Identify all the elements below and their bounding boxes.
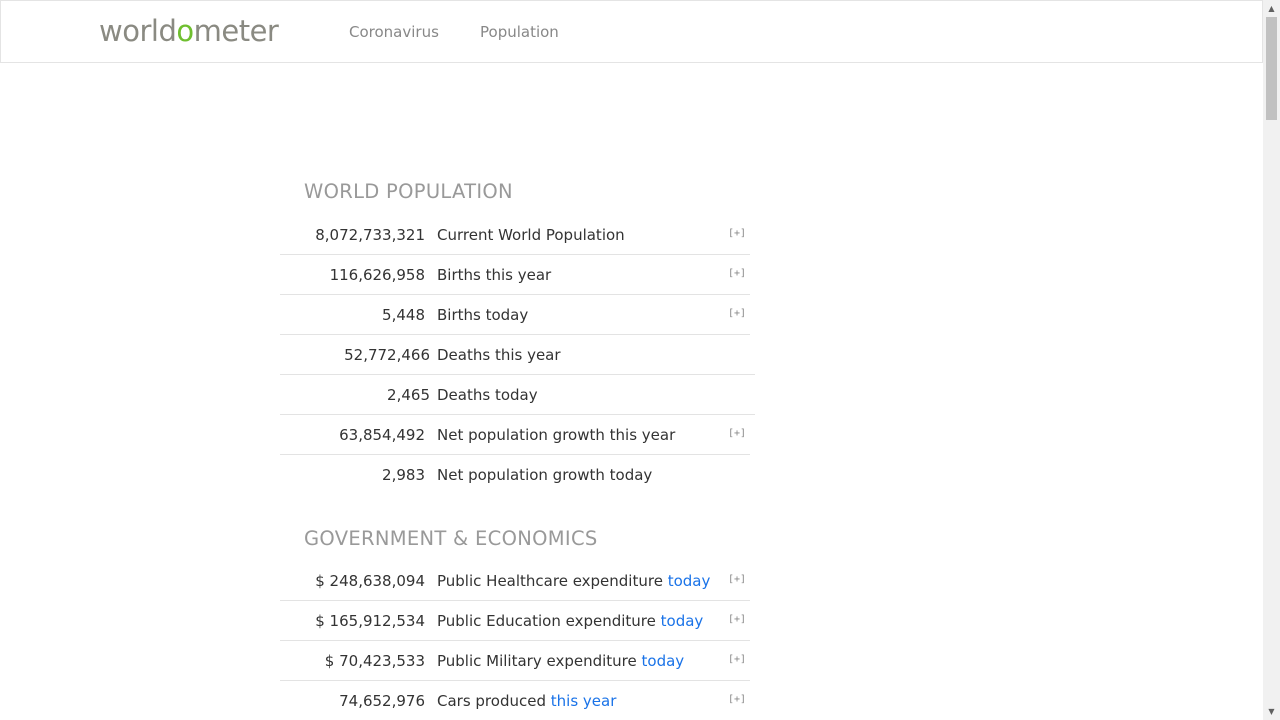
counter-label[interactable]: Public Military expenditure today: [437, 641, 684, 681]
logo-text-o: o: [176, 14, 194, 48]
counter-value: 5,448: [382, 306, 425, 324]
counter-label[interactable]: Current World Population: [437, 215, 625, 255]
section-title-government-economics: GOVERNMENT & ECONOMICS: [304, 527, 598, 550]
counter-value: 116,626,958: [329, 266, 425, 284]
expand-button[interactable]: [+]: [728, 227, 746, 241]
counter-label-text: Cars produced: [437, 692, 546, 710]
counter-label[interactable]: Public Education expenditure today: [437, 601, 703, 641]
expand-button[interactable]: [+]: [728, 573, 746, 587]
counter-value: 52,772,466: [344, 346, 430, 364]
counter-row: 52,772,466 Deaths this year: [280, 335, 755, 375]
counter-label[interactable]: Births today: [437, 295, 528, 335]
counter-value: $ 165,912,534: [315, 612, 425, 630]
counter-row: 2,983 Net population growth today: [280, 455, 750, 495]
logo-text-suffix: meter: [193, 14, 279, 48]
expand-button[interactable]: [+]: [728, 427, 746, 441]
counter-row: 116,626,958 Births this year [+]: [280, 255, 750, 295]
counter-label[interactable]: Deaths this year: [437, 335, 561, 375]
counter-value: 2,465: [387, 386, 430, 404]
expand-button[interactable]: [+]: [728, 653, 746, 667]
counter-label-text: Public Military expenditure: [437, 652, 637, 670]
expand-button[interactable]: [+]: [728, 307, 746, 321]
nav-link-coronavirus[interactable]: Coronavirus: [349, 22, 439, 42]
counter-row: $ 165,912,534 Public Education expenditu…: [280, 601, 750, 641]
nav-link-population[interactable]: Population: [480, 22, 559, 42]
counter-label[interactable]: Net population growth today: [437, 455, 652, 495]
scrollbar-thumb[interactable]: [1266, 17, 1277, 120]
scroll-down-arrow-icon[interactable]: ▼: [1263, 703, 1280, 720]
counter-value: $ 248,638,094: [315, 572, 425, 590]
expand-button[interactable]: [+]: [728, 267, 746, 281]
counter-label-highlight[interactable]: today: [668, 572, 711, 590]
section-title-world-population: WORLD POPULATION: [304, 180, 513, 203]
counter-label[interactable]: Cars produced this year: [437, 681, 616, 720]
counter-label-highlight[interactable]: this year: [551, 692, 617, 710]
counter-row: $ 248,638,094 Public Healthcare expendit…: [280, 561, 750, 601]
counter-label[interactable]: Public Healthcare expenditure today: [437, 561, 710, 601]
counter-row: 5,448 Births today [+]: [280, 295, 750, 335]
counter-row: 8,072,733,321 Current World Population […: [280, 215, 750, 255]
expand-button[interactable]: [+]: [728, 693, 746, 707]
counter-row: $ 70,423,533 Public Military expenditure…: [280, 641, 750, 681]
counter-label[interactable]: Deaths today: [437, 375, 538, 415]
counter-row: 2,465 Deaths today: [280, 375, 755, 415]
scroll-up-arrow-icon[interactable]: ▲: [1263, 0, 1280, 17]
counter-value: 8,072,733,321: [315, 226, 425, 244]
counter-label[interactable]: Net population growth this year: [437, 415, 675, 455]
counter-value: 2,983: [382, 466, 425, 484]
counter-value: $ 70,423,533: [324, 652, 425, 670]
counter-row: 63,854,492 Net population growth this ye…: [280, 415, 750, 455]
counter-value: 74,652,976: [339, 692, 425, 710]
counter-label[interactable]: Births this year: [437, 255, 551, 295]
worldometer-logo[interactable]: worldometer: [99, 14, 279, 48]
counter-label-text: Public Education expenditure: [437, 612, 656, 630]
counter-row: 74,652,976 Cars produced this year [+]: [280, 681, 750, 720]
top-navbar: worldometer Coronavirus Population: [0, 0, 1263, 63]
counter-label-highlight[interactable]: today: [642, 652, 685, 670]
counter-value: 63,854,492: [339, 426, 425, 444]
counter-label-text: Public Healthcare expenditure: [437, 572, 663, 590]
vertical-scrollbar[interactable]: ▲ ▼: [1263, 0, 1280, 720]
logo-text-prefix: world: [99, 14, 177, 48]
counter-label-highlight[interactable]: today: [661, 612, 704, 630]
expand-button[interactable]: [+]: [728, 613, 746, 627]
